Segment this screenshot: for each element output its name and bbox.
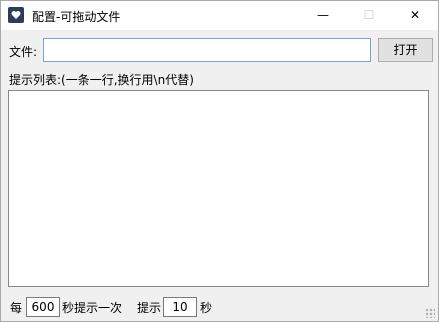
- interval-suffix-label: 秒提示一次: [62, 301, 123, 315]
- prompt-list-textarea[interactable]: [8, 90, 429, 287]
- app-heart-icon: [8, 7, 24, 23]
- open-button[interactable]: 打开: [378, 38, 433, 62]
- file-path-input[interactable]: [43, 38, 371, 62]
- list-label: 提示列表:(一条一行,换行用\n代替): [9, 73, 194, 87]
- window-title: 配置-可拖动文件: [32, 10, 121, 24]
- every-label: 每: [10, 301, 23, 315]
- file-label: 文件:: [9, 45, 38, 59]
- maximize-button[interactable]: ☐: [346, 1, 392, 30]
- duration-seconds-input[interactable]: [163, 297, 197, 317]
- interval-seconds-input[interactable]: [26, 297, 60, 317]
- minimize-button[interactable]: —: [300, 1, 346, 30]
- config-window: 配置-可拖动文件 — ☐ ✕ 文件: 打开 提示列表:(一条一行,换行用\n代替…: [0, 0, 439, 322]
- title-bar[interactable]: 配置-可拖动文件 — ☐ ✕: [1, 1, 438, 30]
- resize-grip[interactable]: [425, 308, 435, 318]
- close-button[interactable]: ✕: [392, 1, 438, 30]
- show-label: 提示: [137, 301, 162, 315]
- duration-suffix-label: 秒: [200, 301, 213, 315]
